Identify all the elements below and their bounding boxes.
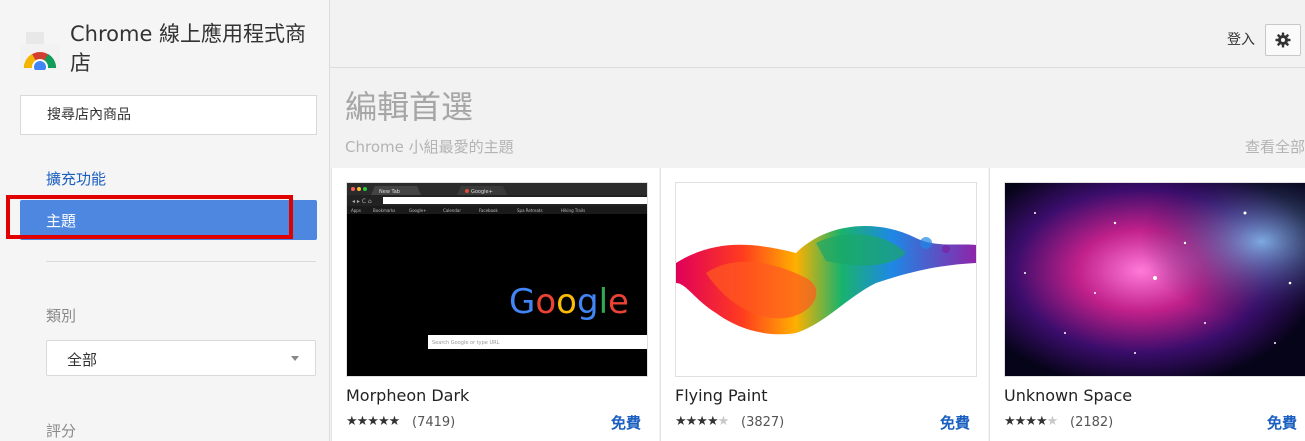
theme-card-flying-paint[interactable]: Flying Paint ★★★★★ (3827) 免費 — [660, 168, 988, 441]
morpheon-dark-preview: New Tab Google+ ◂ ▸ C ⌂ Apps Bookmarks G… — [347, 183, 647, 376]
category-label: 類別 — [46, 307, 77, 325]
theme-name[interactable]: Morpheon Dark — [346, 386, 469, 405]
flying-paint-preview — [676, 183, 976, 376]
preview-bookmark: Apps — [351, 208, 361, 213]
view-all-link[interactable]: 查看全部 — [1245, 136, 1305, 157]
sidebar-divider — [46, 261, 316, 262]
rating-count: (3827) — [741, 415, 785, 430]
theme-thumbnail[interactable] — [1004, 182, 1305, 377]
chrome-web-store-logo — [20, 32, 60, 70]
preview-bookmark: Calendar — [443, 208, 461, 213]
rating-count: (7419) — [412, 415, 456, 430]
price-badge[interactable]: 免費 — [1267, 412, 1297, 433]
price-badge[interactable]: 免費 — [940, 412, 970, 433]
theme-card-morpheon-dark[interactable]: New Tab Google+ ◂ ▸ C ⌂ Apps Bookmarks G… — [331, 168, 659, 441]
settings-button[interactable] — [1265, 24, 1301, 56]
preview-bookmark: Bookmarks — [373, 208, 395, 213]
svg-text:◂ ▸ C ⌂: ◂ ▸ C ⌂ — [352, 198, 372, 205]
preview-search: Search Google or type URL — [432, 340, 500, 346]
preview-bookmark: Facebook — [479, 208, 498, 213]
category-select[interactable]: 全部 — [46, 340, 316, 376]
nav-item-themes[interactable]: 主題 — [20, 200, 317, 240]
signin-link[interactable]: 登入 — [1227, 29, 1255, 49]
nav-item-extensions[interactable]: 擴充功能 — [46, 168, 106, 189]
price-badge[interactable]: 免費 — [611, 412, 641, 433]
theme-name[interactable]: Flying Paint — [675, 386, 768, 405]
theme-name[interactable]: Unknown Space — [1004, 386, 1132, 405]
preview-bookmark: Hiking Trails — [561, 208, 585, 213]
star-rating: ★★★★★ — [1004, 414, 1058, 429]
sidebar: Chrome 線上應用程式商店 擴充功能 主題 類別 全部 評分 — [0, 0, 330, 441]
section-subtitle: Chrome 小組最愛的主題 — [345, 138, 514, 156]
theme-card-unknown-space[interactable]: Unknown Space ★★★★★ (2182) 免費 — [989, 168, 1305, 441]
search-input[interactable] — [20, 95, 317, 135]
preview-tab-2: Google+ — [471, 189, 493, 195]
chevron-down-icon — [291, 356, 299, 361]
nav-item-themes-label: 主題 — [46, 212, 77, 230]
store-title[interactable]: Chrome 線上應用程式商店 — [70, 20, 320, 78]
unknown-space-preview — [1005, 183, 1305, 376]
gear-icon — [1275, 32, 1291, 48]
rating-count: (2182) — [1070, 415, 1114, 430]
top-bar: 登入 — [330, 0, 1305, 68]
category-select-value: 全部 — [67, 351, 98, 369]
google-logo: Google — [509, 282, 629, 322]
star-rating: ★★★★★ — [346, 414, 400, 429]
theme-thumbnail[interactable]: New Tab Google+ ◂ ▸ C ⌂ Apps Bookmarks G… — [346, 182, 648, 377]
preview-tab-1: New Tab — [379, 189, 400, 195]
theme-thumbnail[interactable] — [675, 182, 977, 377]
preview-bookmark: Spa Retreats — [517, 208, 543, 213]
star-rating: ★★★★★ — [675, 414, 729, 429]
rating-label: 評分 — [46, 422, 77, 440]
preview-bookmark: Google+ — [409, 208, 426, 213]
section-title: 編輯首選 — [345, 88, 474, 126]
